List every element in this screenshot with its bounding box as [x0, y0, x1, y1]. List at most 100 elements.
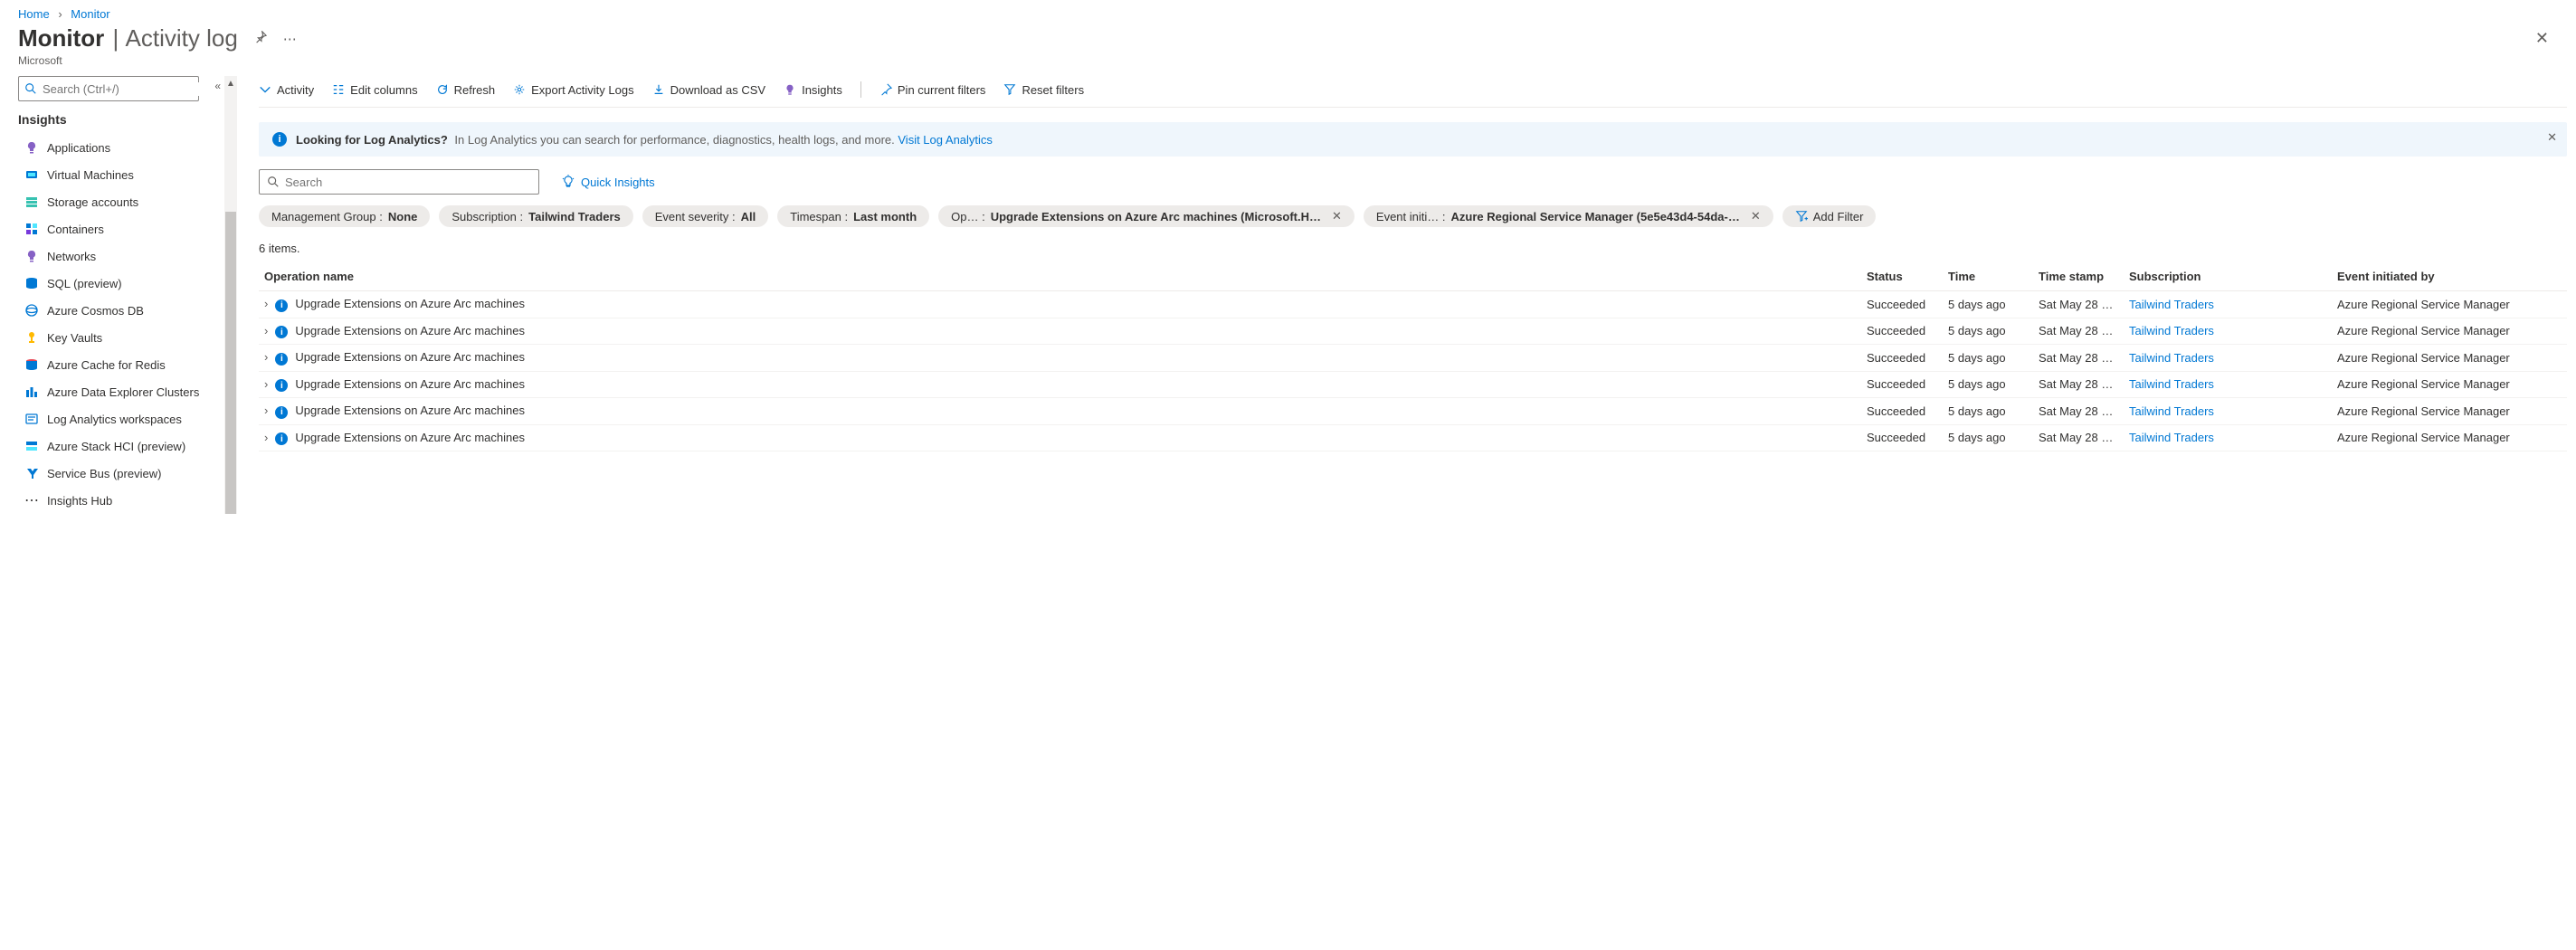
sidebar-item[interactable]: Azure Cosmos DB	[18, 297, 217, 324]
cell-time: 5 days ago	[1943, 345, 2033, 372]
toolbar: Activity Edit columns Refresh Export Act…	[259, 76, 2567, 108]
sidebar-item-icon	[22, 276, 42, 290]
search-icon	[24, 82, 37, 95]
banner-link[interactable]: Visit Log Analytics	[898, 133, 993, 147]
expand-row-icon[interactable]: ›	[264, 404, 268, 417]
sidebar-search[interactable]	[18, 76, 199, 101]
col-timestamp[interactable]: Time stamp	[2033, 262, 2124, 291]
sidebar-item-icon	[22, 412, 42, 426]
scroll-thumb[interactable]	[225, 212, 236, 514]
sidebar-item-label: Storage accounts	[47, 195, 138, 209]
cell-status: Succeeded	[1861, 424, 1943, 451]
filter-timespan[interactable]: Timespan : Last month	[777, 205, 929, 227]
table-row[interactable]: ›iUpgrade Extensions on Azure Arc machin…	[259, 345, 2567, 372]
sidebar-item-label: SQL (preview)	[47, 277, 122, 290]
main-search[interactable]	[259, 169, 539, 195]
table-row[interactable]: ›iUpgrade Extensions on Azure Arc machin…	[259, 318, 2567, 345]
more-icon[interactable]: ⋯	[283, 31, 297, 47]
col-status[interactable]: Status	[1861, 262, 1943, 291]
expand-row-icon[interactable]: ›	[264, 431, 268, 444]
sidebar-item[interactable]: SQL (preview)	[18, 270, 217, 297]
expand-row-icon[interactable]: ›	[264, 297, 268, 310]
cell-subscription-link[interactable]: Tailwind Traders	[2129, 324, 2214, 337]
export-button[interactable]: Export Activity Logs	[513, 83, 633, 97]
sidebar-scrollbar[interactable]: ▲	[224, 76, 237, 514]
cell-timestamp: Sat May 28 …	[2033, 398, 2124, 425]
pin-icon[interactable]	[254, 31, 267, 47]
cell-subscription-link[interactable]: Tailwind Traders	[2129, 377, 2214, 391]
sidebar-item[interactable]: Storage accounts	[18, 188, 217, 215]
main-search-input[interactable]	[285, 176, 531, 189]
sidebar-item-label: Applications	[47, 141, 110, 155]
sidebar-item-icon	[22, 385, 42, 399]
table-row[interactable]: ›iUpgrade Extensions on Azure Arc machin…	[259, 371, 2567, 398]
remove-filter-icon[interactable]: ✕	[1332, 209, 1342, 223]
cell-timestamp: Sat May 28 …	[2033, 291, 2124, 318]
cell-initiated-by: Azure Regional Service Manager	[2332, 345, 2567, 372]
sidebar-item-label: Key Vaults	[47, 331, 102, 345]
cell-subscription-link[interactable]: Tailwind Traders	[2129, 431, 2214, 444]
quick-insights-button[interactable]: Quick Insights	[561, 175, 655, 189]
scroll-up-arrow[interactable]: ▲	[224, 76, 237, 90]
filter-management-group[interactable]: Management Group : None	[259, 205, 430, 227]
activity-dropdown[interactable]: Activity	[259, 83, 314, 97]
filter-operation[interactable]: Op… : Upgrade Extensions on Azure Arc ma…	[938, 205, 1355, 227]
info-icon: i	[272, 132, 287, 147]
cell-subscription-link[interactable]: Tailwind Traders	[2129, 351, 2214, 365]
filter-subscription[interactable]: Subscription : Tailwind Traders	[439, 205, 632, 227]
collapse-sidebar-button[interactable]: «	[214, 80, 221, 92]
cell-subscription-link[interactable]: Tailwind Traders	[2129, 404, 2214, 418]
col-initiated-by[interactable]: Event initiated by	[2332, 262, 2567, 291]
sidebar-item[interactable]: Log Analytics workspaces	[18, 405, 217, 432]
filter-severity[interactable]: Event severity : All	[642, 205, 769, 227]
sidebar-item[interactable]: Azure Stack HCI (preview)	[18, 432, 217, 460]
breadcrumb-separator: ›	[58, 7, 62, 21]
breadcrumb-home[interactable]: Home	[18, 7, 50, 21]
col-operation[interactable]: Operation name	[259, 262, 1861, 291]
info-icon: i	[275, 406, 288, 419]
item-count: 6 items.	[259, 242, 2567, 255]
sidebar-item-icon	[22, 249, 42, 263]
info-icon: i	[275, 353, 288, 366]
info-icon: i	[275, 432, 288, 445]
table-row[interactable]: ›iUpgrade Extensions on Azure Arc machin…	[259, 291, 2567, 318]
page-header: Monitor | Activity log ⋯ ✕	[0, 24, 2576, 54]
insights-button[interactable]: Insights	[784, 83, 842, 97]
sidebar-item[interactable]: Virtual Machines	[18, 161, 217, 188]
sidebar-search-input[interactable]	[43, 82, 202, 96]
banner-close-button[interactable]: ✕	[2547, 130, 2557, 145]
expand-row-icon[interactable]: ›	[264, 350, 268, 364]
banner-title: Looking for Log Analytics?	[296, 133, 448, 147]
sidebar-item-icon	[22, 195, 42, 209]
sidebar-item[interactable]: Networks	[18, 242, 217, 270]
cell-subscription-link[interactable]: Tailwind Traders	[2129, 298, 2214, 311]
sidebar-item[interactable]: Applications	[18, 134, 217, 161]
cell-time: 5 days ago	[1943, 398, 2033, 425]
sidebar-item[interactable]: Containers	[18, 215, 217, 242]
add-filter-button[interactable]: Add Filter	[1782, 205, 1877, 227]
table-row[interactable]: ›iUpgrade Extensions on Azure Arc machin…	[259, 398, 2567, 425]
expand-row-icon[interactable]: ›	[264, 324, 268, 337]
table-row[interactable]: ›iUpgrade Extensions on Azure Arc machin…	[259, 424, 2567, 451]
sidebar-item[interactable]: Key Vaults	[18, 324, 217, 351]
sidebar-item[interactable]: Azure Cache for Redis	[18, 351, 217, 378]
download-csv-button[interactable]: Download as CSV	[652, 83, 766, 97]
refresh-button[interactable]: Refresh	[436, 83, 496, 97]
remove-filter-icon[interactable]: ✕	[1751, 209, 1761, 223]
filter-initiated-by[interactable]: Event initi… : Azure Regional Service Ma…	[1364, 205, 1773, 227]
expand-row-icon[interactable]: ›	[264, 377, 268, 391]
sidebar-item[interactable]: ⋯Insights Hub	[18, 487, 217, 514]
col-time[interactable]: Time	[1943, 262, 2033, 291]
refresh-icon	[436, 83, 449, 96]
download-icon	[652, 83, 665, 96]
edit-columns-button[interactable]: Edit columns	[332, 83, 417, 97]
sidebar-item[interactable]: Service Bus (preview)	[18, 460, 217, 487]
col-subscription[interactable]: Subscription	[2124, 262, 2332, 291]
breadcrumb-monitor[interactable]: Monitor	[71, 7, 109, 21]
reset-filters-button[interactable]: Reset filters	[1003, 83, 1084, 97]
filter-reset-icon	[1003, 83, 1016, 96]
info-icon: i	[275, 379, 288, 392]
close-blade-button[interactable]: ✕	[2535, 29, 2549, 48]
sidebar-item[interactable]: Azure Data Explorer Clusters	[18, 378, 217, 405]
pin-filters-button[interactable]: Pin current filters	[879, 83, 986, 97]
